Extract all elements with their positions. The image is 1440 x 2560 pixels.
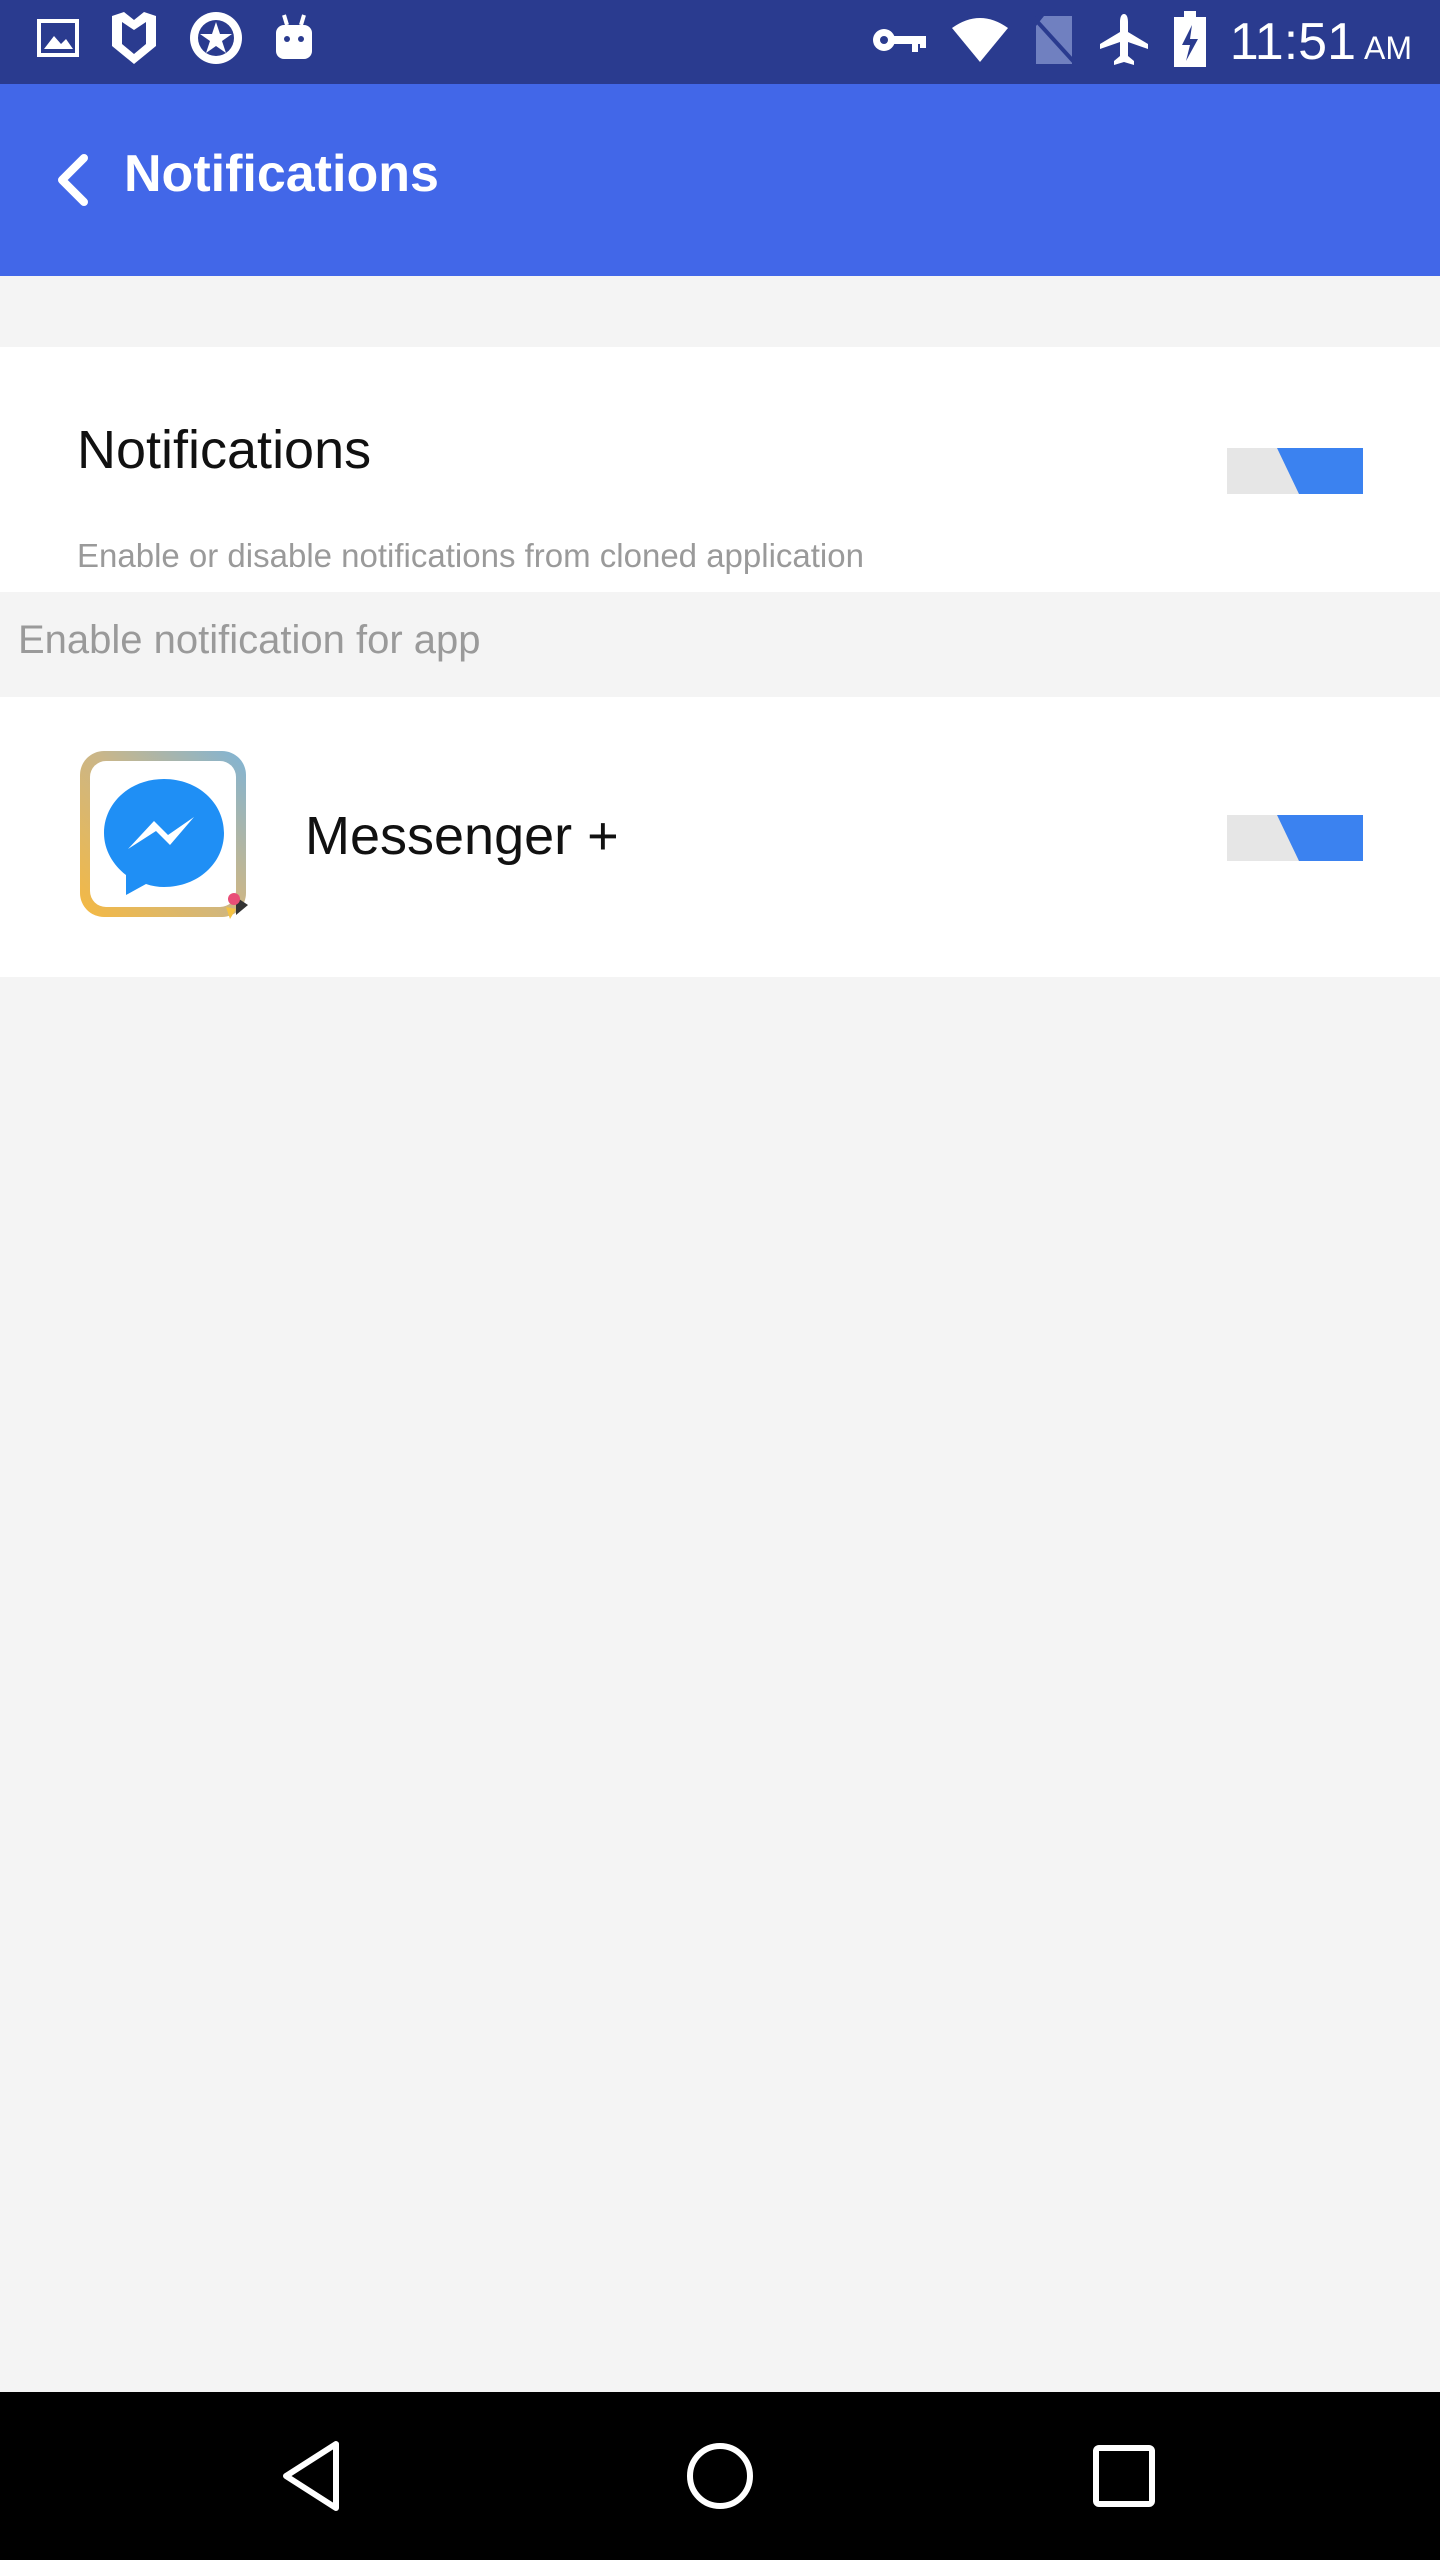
status-time: 11:51 xyxy=(1229,13,1356,71)
app-notification-toggle[interactable] xyxy=(1227,812,1363,864)
page-title: Notifications xyxy=(124,145,439,203)
notifications-toggle[interactable] xyxy=(1227,445,1363,497)
android-icon xyxy=(272,13,316,68)
chevron-left-icon xyxy=(58,154,88,206)
shield-icon xyxy=(108,10,160,71)
airplane-icon xyxy=(1098,12,1150,73)
back-button[interactable] xyxy=(32,140,112,220)
messenger-icon xyxy=(78,749,252,923)
recents-square-icon[interactable] xyxy=(1084,2436,1164,2516)
wifi-icon xyxy=(950,17,1010,67)
app-row: Messenger + xyxy=(0,697,1440,977)
app-name: Messenger + xyxy=(305,806,619,866)
notifications-setting-description: Enable or disable notifications from clo… xyxy=(77,537,864,574)
notifications-setting-card: Notifications Enable or disable notifica… xyxy=(0,347,1440,592)
image-icon xyxy=(36,16,80,65)
no-sim-icon xyxy=(1032,14,1076,71)
app-bar: Notifications xyxy=(0,84,1440,276)
navigation-bar xyxy=(0,2392,1440,2560)
back-triangle-icon[interactable] xyxy=(276,2436,356,2516)
battery-charging-icon xyxy=(1172,10,1208,74)
notifications-setting-title: Notifications xyxy=(77,420,372,480)
key-icon xyxy=(872,24,928,61)
star-badge-icon xyxy=(188,10,244,71)
home-circle-icon[interactable] xyxy=(680,2436,760,2516)
status-ampm: AM xyxy=(1364,30,1412,66)
status-bar: 11:51 AM xyxy=(0,0,1440,84)
clock: 11:51 AM xyxy=(1230,12,1412,72)
section-header: Enable notification for app xyxy=(18,618,481,662)
